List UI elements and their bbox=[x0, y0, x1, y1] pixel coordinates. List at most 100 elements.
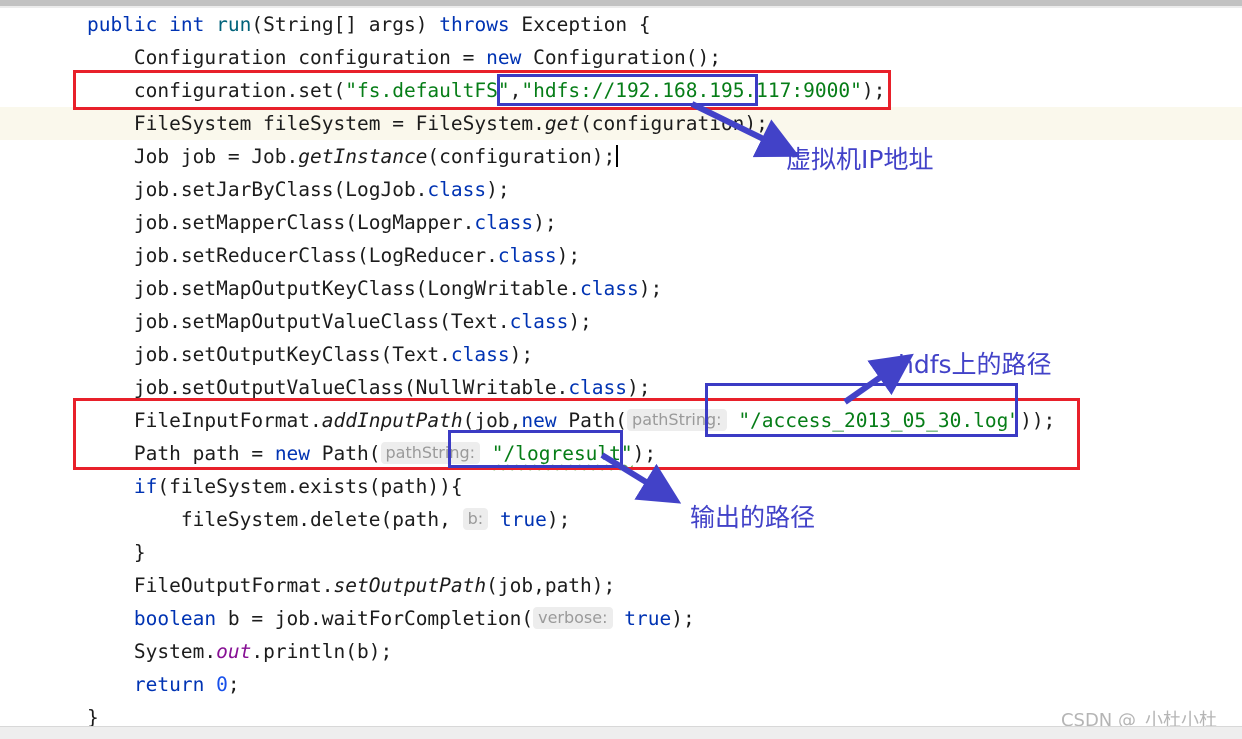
code-token: throws bbox=[439, 13, 510, 36]
code-token: ); bbox=[546, 508, 571, 531]
code-token: return bbox=[133, 673, 205, 696]
code-token: .println(b); bbox=[251, 640, 393, 663]
code-token: fileSystem.delete(path, bbox=[40, 508, 463, 531]
line-waitforcompletion[interactable]: boolean b = job.waitForCompletion(verbos… bbox=[0, 602, 1242, 635]
code-token: Path( bbox=[556, 409, 628, 432]
line-println[interactable]: System.out.println(b); bbox=[0, 635, 1242, 668]
line-configuration-set[interactable]: configuration.set("fs.defaultFS","hdfs:/… bbox=[0, 74, 1242, 107]
code-token: job.setJarByClass(LogJob. bbox=[40, 178, 428, 201]
code-token: true bbox=[499, 508, 547, 531]
code-token: (fileSystem.exists(path)){ bbox=[157, 475, 463, 498]
line-close-if[interactable]: } bbox=[0, 536, 1242, 569]
code-token: pathString: bbox=[627, 409, 727, 431]
code-token: ); bbox=[486, 178, 510, 201]
code-token: ); bbox=[671, 607, 695, 630]
line-setjarbyclass[interactable]: job.setJarByClass(LogJob.class); bbox=[0, 173, 1242, 206]
code-token: job.setOutputKeyClass(Text. bbox=[40, 343, 451, 366]
code-token: job.setMapperClass(LogMapper. bbox=[40, 211, 475, 234]
code-token: class bbox=[509, 310, 569, 333]
code-token: Configuration(); bbox=[521, 46, 721, 69]
code-token: class bbox=[497, 244, 557, 267]
code-token: (job,path); bbox=[486, 574, 616, 597]
code-token: ); bbox=[509, 343, 534, 366]
code-token: Path path = bbox=[40, 442, 275, 465]
annotation-hdfs-path: hdfs上的路径 bbox=[898, 350, 1052, 379]
code-token: pathString: bbox=[380, 442, 481, 464]
code-token: new bbox=[486, 46, 522, 69]
code-token: "/access_2013_05_30.log" bbox=[738, 409, 1021, 432]
line-if-exists[interactable]: if(fileSystem.exists(path)){ bbox=[0, 470, 1242, 503]
code-token: )); bbox=[1020, 409, 1056, 432]
code-token: ); bbox=[632, 442, 657, 465]
code-token: class bbox=[580, 277, 639, 300]
code-token: class bbox=[427, 178, 487, 201]
code-token: if bbox=[133, 475, 158, 498]
line-setoutputpath[interactable]: FileOutputFormat.setOutputPath(job,path)… bbox=[0, 569, 1242, 602]
code-token: job.setOutputValueClass(NullWritable. bbox=[40, 376, 569, 399]
line-setreducerclass[interactable]: job.setReducerClass(LogReducer.class); bbox=[0, 239, 1242, 272]
code-token: (configuration); bbox=[427, 145, 616, 168]
code-token: ); bbox=[533, 211, 557, 234]
code-token: "/logresult" bbox=[491, 442, 633, 465]
code-token: Exception { bbox=[509, 13, 651, 36]
line-path-logresult[interactable]: Path path = new Path(pathString: "/logre… bbox=[0, 437, 1242, 470]
code-token: out bbox=[216, 640, 252, 663]
code-token: verbose: bbox=[533, 607, 613, 629]
line-addinputpath[interactable]: FileInputFormat.addInputPath(job,new Pat… bbox=[0, 404, 1242, 437]
code-token: setOutputPath bbox=[333, 574, 487, 597]
bottom-scroll-strip bbox=[0, 726, 1242, 739]
code-token: b = job.waitForCompletion( bbox=[216, 607, 534, 630]
code-token: true bbox=[624, 607, 672, 630]
code-token: Job job = Job. bbox=[40, 145, 299, 168]
code-token: "hdfs://192.168.195.117:9000" bbox=[521, 79, 862, 102]
code-screenshot: public int run(String[] args) throws Exc… bbox=[0, 0, 1242, 739]
line-job-getinstance[interactable]: Job job = Job.getInstance(configuration)… bbox=[0, 140, 1242, 173]
code-token: ); bbox=[568, 310, 592, 333]
code-token: "fs.defaultFS" bbox=[345, 79, 510, 102]
line-setmapoutputkeyclass[interactable]: job.setMapOutputKeyClass(LongWritable.cl… bbox=[0, 272, 1242, 305]
code-token: job.setMapOutputValueClass(Text. bbox=[40, 310, 510, 333]
line-setoutputkeyclass[interactable]: job.setOutputKeyClass(Text.class); bbox=[0, 338, 1242, 371]
code-token: FileInputFormat. bbox=[40, 409, 322, 432]
line-setmapperclass[interactable]: job.setMapperClass(LogMapper.class); bbox=[0, 206, 1242, 239]
code-token: get bbox=[544, 112, 581, 135]
code-token: getInstance bbox=[298, 145, 428, 168]
line-return-zero[interactable]: return 0; bbox=[0, 668, 1242, 701]
code-token: ); bbox=[556, 244, 581, 267]
code-token: boolean bbox=[133, 607, 217, 630]
annotation-output-path: 输出的路径 bbox=[690, 503, 816, 532]
code-editor-area[interactable]: public int run(String[] args) throws Exc… bbox=[0, 8, 1242, 734]
code-token: job.setMapOutputKeyClass(LongWritable. bbox=[40, 277, 581, 300]
code-token: int bbox=[169, 13, 205, 36]
line-filesystem-get[interactable]: FileSystem fileSystem = FileSystem.get(c… bbox=[0, 107, 1242, 140]
line-method-signature[interactable]: public int run(String[] args) throws Exc… bbox=[0, 8, 1242, 41]
code-token: public bbox=[86, 13, 158, 36]
code-token: 0 bbox=[216, 673, 228, 696]
code-token: class bbox=[450, 343, 510, 366]
code-token: FileSystem fileSystem = FileSystem. bbox=[40, 112, 545, 135]
annotation-vm-ip: 虚拟机IP地址 bbox=[786, 145, 934, 174]
code-token: job.setReducerClass(LogReducer. bbox=[40, 244, 498, 267]
code-token: configuration.set( bbox=[40, 79, 346, 102]
code-token: , bbox=[509, 79, 522, 102]
code-token: (String[] args) bbox=[251, 13, 440, 36]
code-token: ); bbox=[638, 277, 663, 300]
code-token: run bbox=[216, 13, 252, 36]
code-token: System. bbox=[40, 640, 217, 663]
line-setoutputvalueclass[interactable]: job.setOutputValueClass(NullWritable.cla… bbox=[0, 371, 1242, 404]
code-token: ); bbox=[627, 376, 651, 399]
line-delete[interactable]: fileSystem.delete(path, b: true); bbox=[0, 503, 1242, 536]
code-token: ); bbox=[861, 79, 886, 102]
line-new-configuration[interactable]: Configuration configuration = new Config… bbox=[0, 41, 1242, 74]
code-token: Path( bbox=[310, 442, 381, 465]
line-setmapoutputvalueclass[interactable]: job.setMapOutputValueClass(Text.class); bbox=[0, 305, 1242, 338]
